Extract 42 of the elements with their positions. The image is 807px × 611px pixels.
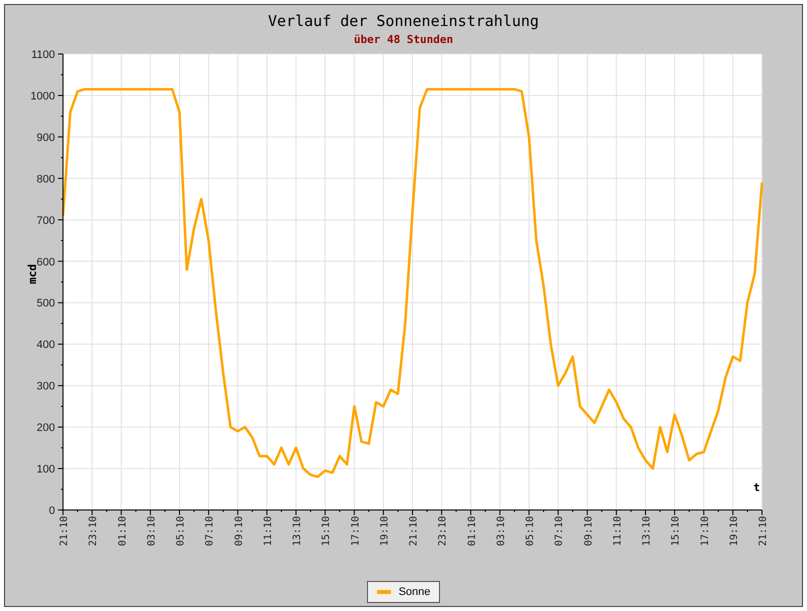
x-tick-label: 17:10: [350, 516, 362, 546]
y-tick-label: 500: [36, 298, 55, 310]
y-tick-label: 900: [36, 132, 55, 144]
x-tick-label: 21:10: [59, 516, 70, 546]
y-tick-label: 200: [36, 422, 55, 434]
x-tick-label: 09:10: [234, 516, 245, 546]
y-tick-label: 300: [36, 380, 55, 393]
x-tick-label: 11:10: [262, 516, 274, 546]
x-tick-label: 01:10: [466, 516, 478, 546]
x-tick-label: 05:10: [525, 516, 536, 546]
x-tick-label: 05:10: [176, 516, 186, 546]
x-tick-label: 01:10: [117, 516, 128, 546]
x-tick-label: 15:10: [321, 516, 332, 546]
y-tick-label: 800: [36, 173, 55, 186]
y-tick-label: 1000: [30, 90, 55, 102]
x-tick-label: 11:10: [612, 516, 624, 546]
x-tick-label: 23:10: [438, 516, 449, 546]
x-tick-label: 19:10: [379, 516, 390, 546]
x-tick-label: 07:10: [554, 516, 566, 546]
chart-subtitle: über 48 Stunden: [354, 33, 454, 48]
legend-label: Sonne: [398, 586, 430, 598]
x-tick-label: 13:10: [292, 516, 303, 546]
y-tick-label: 0: [48, 505, 55, 517]
x-tick-label: 07:10: [204, 516, 216, 546]
x-tick-label: 23:10: [88, 516, 100, 546]
y-tick-label: 400: [36, 339, 55, 352]
x-tick-label: 21:10: [758, 516, 769, 546]
y-tick-label: 700: [36, 214, 55, 227]
x-tick-label: 03:10: [146, 516, 158, 546]
x-tick-label: 19:10: [728, 516, 740, 546]
y-tick-label: 600: [36, 256, 55, 268]
y-tick-label: 1100: [31, 50, 55, 61]
x-tick-label: 13:10: [642, 516, 652, 546]
x-tick-label: 09:10: [583, 516, 594, 546]
y-axis-label: mcd: [26, 264, 39, 284]
x-tick-label: 15:10: [670, 516, 682, 546]
y-tick-label: 100: [36, 464, 55, 476]
x-tick-label: 21:10: [408, 516, 420, 546]
x-axis-label: t: [753, 481, 760, 494]
x-tick-label: 17:10: [700, 516, 711, 546]
x-tick-label: 03:10: [496, 516, 507, 546]
chart-title: Verlauf der Sonneneinstrahlung: [268, 12, 539, 30]
